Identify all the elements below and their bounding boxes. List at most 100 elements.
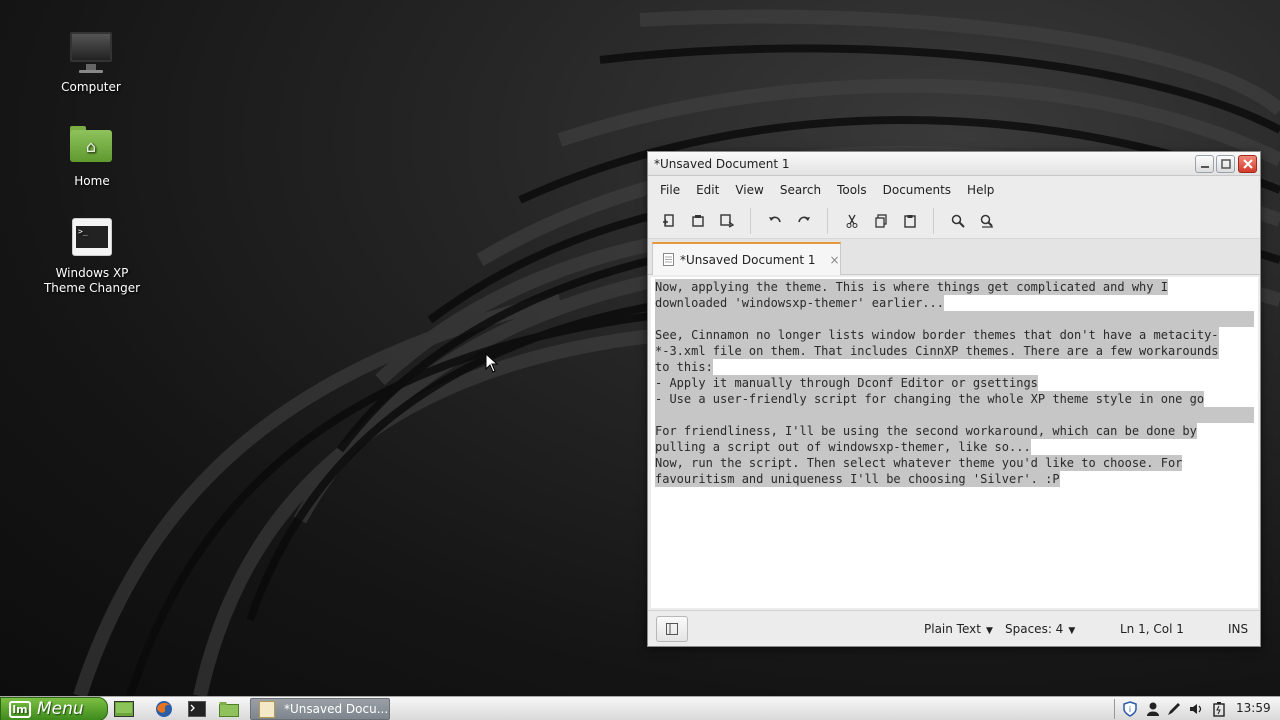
menu-search[interactable]: Search	[772, 183, 829, 197]
editor-line: See, Cinnamon no longer lists window bor…	[655, 327, 1254, 343]
show-desktop-icon	[114, 701, 134, 717]
menubar: File Edit View Search Tools Documents He…	[648, 176, 1260, 203]
editor-line	[655, 407, 1254, 423]
editor-textarea[interactable]: Now, applying the theme. This is where t…	[651, 277, 1258, 608]
user-tray[interactable]	[1144, 700, 1162, 718]
editor-line: - Apply it manually through Dconf Editor…	[655, 375, 1254, 391]
desktop-icon-home[interactable]: ⌂ Home	[37, 122, 147, 189]
editor-line-text: - Apply it manually through Dconf Editor…	[655, 375, 1038, 391]
terminal-launcher[interactable]	[186, 699, 208, 719]
editor-line-text	[655, 407, 1254, 423]
language-dropdown[interactable]: Plain Text ▼	[924, 622, 993, 636]
tab-width-dropdown[interactable]: Spaces: 4 ▼	[1005, 622, 1075, 636]
redo-button[interactable]	[789, 207, 818, 235]
find-replace-button[interactable]	[972, 207, 1001, 235]
paste-button[interactable]	[895, 207, 924, 235]
text-document-icon	[663, 253, 674, 266]
taskbar-window-button[interactable]: *Unsaved Docu...	[250, 698, 390, 720]
computer-icon	[67, 28, 115, 76]
desktop-icon-computer[interactable]: Computer	[36, 28, 146, 95]
cursor-position: Ln 1, Col 1	[1120, 622, 1184, 636]
update-manager-tray[interactable]: i	[1121, 700, 1139, 718]
paste-icon	[903, 214, 916, 228]
mouse-pointer-icon	[485, 353, 499, 373]
toolbar-separator	[933, 207, 934, 234]
desktop-icon-label: Home	[74, 174, 110, 188]
tab-close-button[interactable]: ×	[830, 253, 840, 267]
firefox-icon	[156, 701, 172, 717]
tab-unsaved-document[interactable]: *Unsaved Document 1 ×	[652, 242, 841, 275]
volume-tray[interactable]	[1187, 700, 1205, 718]
desktop-icon-label: Computer	[61, 80, 121, 94]
battery-icon	[1213, 702, 1225, 717]
home-folder-icon: ⌂	[68, 122, 116, 170]
new-document-button[interactable]	[654, 207, 683, 235]
start-menu-button[interactable]: lm Menu	[0, 697, 108, 720]
side-panel-icon	[666, 623, 678, 635]
toolbar-separator	[750, 207, 751, 234]
editor-line: - Use a user-friendly script for changin…	[655, 391, 1254, 407]
clock[interactable]: 13:59	[1236, 701, 1271, 715]
open-icon	[691, 214, 704, 227]
editor-line: pulling a script out of windowsxp-themer…	[655, 439, 1254, 455]
window-titlebar[interactable]: *Unsaved Document 1	[648, 152, 1260, 176]
side-panel-toggle-button[interactable]	[656, 616, 688, 642]
editor-line: Now, run the script. Then select whateve…	[655, 455, 1254, 471]
chevron-down-icon: ▼	[985, 626, 993, 636]
document-tabbar: *Unsaved Document 1 ×	[648, 239, 1260, 275]
editor-line-text	[655, 311, 1254, 327]
copy-button[interactable]	[866, 207, 895, 235]
redo-icon	[797, 216, 810, 222]
menu-view[interactable]: View	[727, 183, 771, 197]
editor-line-text: - Use a user-friendly script for changin…	[655, 391, 1205, 407]
text-editor-window: *Unsaved Document 1 File Edit View Searc…	[647, 151, 1261, 647]
editor-line: *-3.xml file on them. That includes Cinn…	[655, 343, 1254, 359]
language-label: Plain Text	[924, 622, 981, 636]
desktop-icon-theme-changer[interactable]: >_ Windows XP Theme Changer	[37, 214, 147, 296]
editor-line-text: Now, applying the theme. This is where t…	[655, 279, 1168, 295]
maximize-icon	[1220, 159, 1231, 169]
cut-button[interactable]	[837, 207, 866, 235]
save-as-icon	[719, 213, 734, 228]
menu-edit[interactable]: Edit	[688, 183, 727, 197]
minimize-icon	[1200, 166, 1209, 168]
statusbar: Plain Text ▼ Spaces: 4 ▼ Ln 1, Col 1 INS	[648, 610, 1260, 646]
menu-file[interactable]: File	[652, 183, 688, 197]
minimize-button[interactable]	[1195, 155, 1214, 173]
pen-tray[interactable]	[1165, 700, 1183, 718]
window-title: *Unsaved Document 1	[654, 157, 790, 171]
close-button[interactable]	[1238, 155, 1257, 173]
battery-tray[interactable]	[1210, 700, 1228, 718]
folder-icon	[219, 702, 239, 717]
show-desktop-launcher[interactable]	[113, 699, 135, 719]
find-button[interactable]	[943, 207, 972, 235]
editor-line: downloaded 'windowsxp-themer' earlier...	[655, 295, 1254, 311]
save-as-button[interactable]	[712, 207, 741, 235]
editor-line	[655, 311, 1254, 327]
undo-icon	[768, 216, 781, 222]
insert-mode-indicator: INS	[1228, 622, 1249, 636]
pen-icon	[1168, 703, 1180, 715]
toolbar-separator	[827, 207, 828, 234]
speaker-icon	[1190, 704, 1202, 714]
editor-line-text: See, Cinnamon no longer lists window bor…	[655, 327, 1219, 343]
editor-text: Now, applying the theme. This is where t…	[651, 277, 1258, 489]
text-editor-icon	[259, 701, 275, 718]
menu-documents[interactable]: Documents	[875, 183, 959, 197]
shield-icon: i	[1123, 701, 1137, 717]
user-icon	[1147, 702, 1159, 716]
close-icon	[1242, 159, 1253, 169]
maximize-button[interactable]	[1216, 155, 1235, 173]
menu-help[interactable]: Help	[959, 183, 1002, 197]
firefox-launcher[interactable]	[153, 699, 175, 719]
find-replace-icon	[980, 214, 993, 228]
open-button[interactable]	[683, 207, 712, 235]
svg-text:i: i	[1129, 705, 1131, 714]
editor-line-text: to this:	[655, 359, 713, 375]
cut-icon	[846, 214, 857, 228]
menu-tools[interactable]: Tools	[829, 183, 875, 197]
bottom-panel: lm Menu *Unsaved Docu... i 13:59	[0, 696, 1280, 720]
toolbar	[648, 203, 1260, 239]
undo-button[interactable]	[760, 207, 789, 235]
files-launcher[interactable]	[218, 699, 240, 719]
